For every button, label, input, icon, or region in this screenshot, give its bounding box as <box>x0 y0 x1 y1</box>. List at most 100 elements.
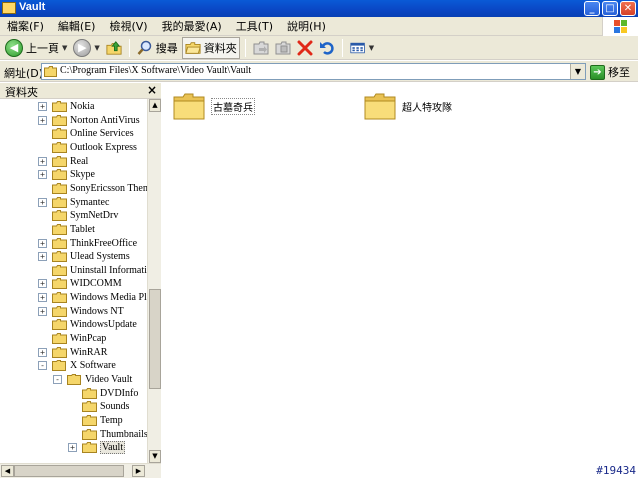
folder-icon <box>52 360 66 372</box>
scroll-thumb[interactable] <box>149 289 161 389</box>
folders-button[interactable]: 資料夾 <box>181 36 240 59</box>
expand-icon[interactable]: + <box>38 279 47 289</box>
tree-node[interactable]: Outlook Express <box>38 141 137 154</box>
tree-horizontal-scrollbar[interactable]: ◀ ▶ <box>0 463 161 478</box>
tree-node[interactable]: + Symantec <box>38 196 109 209</box>
expand-icon[interactable]: + <box>38 115 47 125</box>
toolbar-separator <box>128 38 130 57</box>
tree-node[interactable]: + WinRAR <box>38 346 107 359</box>
tree-node[interactable]: + ThinkFreeOffice <box>38 237 137 250</box>
folders-pane-title: 資料夾 <box>5 86 38 99</box>
hscroll-thumb[interactable] <box>14 465 124 477</box>
maximize-button[interactable]: □ <box>602 1 618 16</box>
expand-icon[interactable]: + <box>38 238 47 248</box>
folder-tree: + Nokia + Norton AntiVirus Online Services Ou… <box>0 99 147 463</box>
folder-icon <box>52 114 67 126</box>
tree-node[interactable]: + Ulead Systems <box>38 250 130 263</box>
folder-icon <box>52 128 67 140</box>
tree-node[interactable]: SymNetDrv <box>38 209 118 222</box>
tree-node[interactable]: + Windows Media Player <box>38 291 147 304</box>
copy-to-button[interactable] <box>273 37 293 59</box>
tree-node[interactable]: Temp <box>68 414 123 427</box>
tree-node[interactable]: Sounds <box>68 400 129 413</box>
tree-node[interactable]: + Skype <box>38 168 95 181</box>
go-button[interactable]: ➔ 移至 <box>590 64 630 80</box>
undo-icon <box>319 41 334 55</box>
folder-icon <box>52 196 67 208</box>
tree-node-label: WIDCOMM <box>70 278 122 290</box>
tree-node[interactable]: + Vault <box>68 441 126 455</box>
expand-icon[interactable]: + <box>68 443 77 453</box>
collapse-icon[interactable]: - <box>53 375 62 384</box>
expand-icon[interactable]: + <box>38 102 47 111</box>
forward-button[interactable]: ▶ ▼ <box>71 37 101 59</box>
folder-icon <box>52 155 67 167</box>
folder-item[interactable]: 超人特攻隊 <box>364 91 624 121</box>
minimize-button[interactable]: _ <box>584 1 600 16</box>
menu-edit[interactable]: 編輯(E) <box>51 17 103 36</box>
tree-node[interactable]: Online Services <box>38 127 134 140</box>
tree-node[interactable]: WinPcap <box>38 332 106 345</box>
expand-icon[interactable]: + <box>38 170 47 180</box>
image-number: #19434 <box>596 464 636 477</box>
folders-label: 資料夾 <box>203 41 237 55</box>
menu-file[interactable]: 檔案(F) <box>0 17 51 36</box>
tree-node[interactable]: WindowsUpdate <box>38 318 137 331</box>
expand-icon[interactable]: + <box>38 197 47 207</box>
expand-icon[interactable]: + <box>38 306 47 316</box>
delete-button[interactable] <box>295 37 315 59</box>
tree-node[interactable]: DVDInfo <box>68 387 138 400</box>
folder-icon <box>52 182 67 194</box>
toolbar-separator <box>341 38 343 57</box>
address-dropdown-icon[interactable]: ▼ <box>570 64 585 79</box>
tree-node[interactable]: - X Software <box>38 359 116 372</box>
menu-tools[interactable]: 工具(T) <box>229 17 280 36</box>
expand-icon[interactable]: + <box>38 252 47 262</box>
folder-icon <box>52 264 67 276</box>
views-button[interactable]: ▼ <box>348 37 376 59</box>
tree-node-label: ThinkFreeOffice <box>70 237 138 249</box>
collapse-icon[interactable]: - <box>38 361 47 371</box>
tree-node[interactable]: + Norton AntiVirus <box>38 114 140 127</box>
menu-favorites[interactable]: 我的最愛(A) <box>155 17 229 36</box>
menu-view[interactable]: 檢視(V) <box>102 17 154 36</box>
tree-node[interactable]: + Real <box>38 155 88 168</box>
expand-icon[interactable]: + <box>38 156 47 166</box>
address-field[interactable]: C:\Program Files\X Software\Video Vault\… <box>41 63 586 80</box>
scroll-down-icon[interactable]: ▼ <box>149 450 161 463</box>
menu-help[interactable]: 說明(H) <box>280 17 333 36</box>
folder-icon <box>82 387 97 399</box>
tree-node-label: Vault <box>100 441 126 455</box>
expand-icon[interactable]: + <box>38 347 47 357</box>
views-dropdown-icon[interactable]: ▼ <box>369 44 374 52</box>
close-button[interactable]: ✕ <box>620 1 636 16</box>
tree-node[interactable]: + Nokia <box>38 100 94 113</box>
undo-button[interactable] <box>317 37 337 59</box>
address-value: C:\Program Files\X Software\Video Vault\… <box>60 65 252 76</box>
tree-node[interactable]: + WIDCOMM <box>38 277 122 290</box>
tree-node[interactable]: SonyEricsson Themes <box>38 182 147 195</box>
tree-node[interactable]: Tablet <box>38 223 95 236</box>
scroll-left-icon[interactable]: ◀ <box>1 465 14 477</box>
search-button[interactable]: 搜尋 <box>135 37 180 59</box>
folder-icon <box>52 251 67 263</box>
tree-node[interactable]: Thumbnails <box>68 428 147 441</box>
scroll-right-icon[interactable]: ▶ <box>132 465 145 477</box>
back-dropdown-icon[interactable]: ▼ <box>62 44 67 52</box>
up-button[interactable] <box>104 37 124 59</box>
move-to-button[interactable] <box>251 37 271 59</box>
tree-vertical-scrollbar[interactable]: ▲ ▼ <box>147 99 161 463</box>
scroll-up-icon[interactable]: ▲ <box>149 99 161 112</box>
tree-node[interactable]: - Video Vault <box>53 373 132 386</box>
tree-node[interactable]: + Windows NT <box>38 305 124 318</box>
tree-node-label: Tablet <box>70 223 95 235</box>
tree-node-label: Windows Media Player <box>70 292 147 304</box>
expand-icon[interactable]: + <box>38 293 47 303</box>
forward-dropdown-icon[interactable]: ▼ <box>94 44 99 52</box>
folder-icon <box>52 292 67 304</box>
title-bar: Vault _ □ ✕ <box>0 0 638 17</box>
delete-x-icon <box>297 40 313 55</box>
close-pane-icon[interactable]: × <box>147 83 157 97</box>
tree-node[interactable]: Uninstall Information <box>38 264 147 277</box>
back-button[interactable]: ◀ 上一頁 ▼ <box>3 37 69 59</box>
